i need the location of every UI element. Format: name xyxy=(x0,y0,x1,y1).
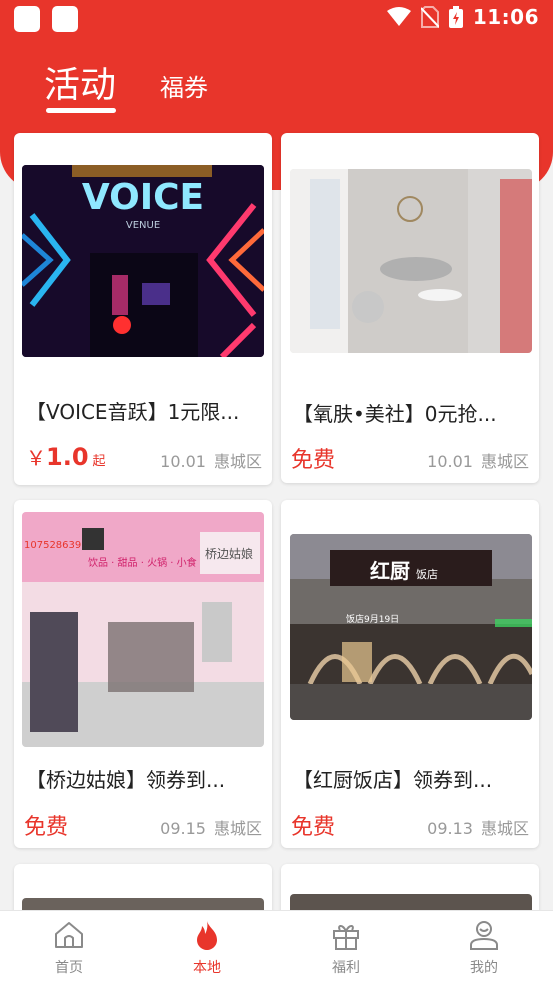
card-image: 红厨 饭店 饭店9月19日 xyxy=(290,534,532,720)
price: ￥1.0 起 xyxy=(26,442,106,471)
card-title: 【VOICE音跃】1元限... xyxy=(26,400,240,424)
status-bar: 11:06 xyxy=(0,0,553,38)
nav-local[interactable]: 本地 xyxy=(167,911,247,984)
notification-icon xyxy=(14,6,40,32)
card-date: 10.01 xyxy=(427,452,473,471)
card-image: 107528639 饮品 · 甜品 · 火锅 · 小食 桥边姑娘 xyxy=(22,512,264,747)
nav-label: 首页 xyxy=(55,960,83,976)
clock: 11:06 xyxy=(472,5,539,29)
flame-icon xyxy=(197,921,217,950)
user-icon xyxy=(470,921,498,950)
activity-card[interactable]: 107528639 饮品 · 甜品 · 火锅 · 小食 桥边姑娘 【桥边姑娘】领… xyxy=(14,500,272,848)
card-district: 惠城区 xyxy=(480,452,529,471)
gift-icon xyxy=(333,925,359,950)
price-currency: ￥ xyxy=(26,446,46,470)
nav-welfare[interactable]: 福利 xyxy=(306,911,386,984)
activity-card[interactable]: 【氧肤•美社】0元抢... 免费 10.01 惠城区 xyxy=(281,133,539,483)
card-date: 10.01 xyxy=(160,452,206,471)
nav-profile[interactable]: 我的 xyxy=(444,911,524,984)
tab-coupons[interactable]: 福券 xyxy=(160,68,208,103)
bottom-nav: 首页 本地 福利 我的 xyxy=(0,910,553,984)
card-image xyxy=(290,169,532,353)
image-sign-text: 红厨 xyxy=(370,559,410,583)
price-label: 免费 xyxy=(291,815,336,840)
card-title: 【氧肤•美社】0元抢... xyxy=(293,402,497,426)
top-tabs: 活动 福券 xyxy=(0,56,553,116)
card-image: VOICE VENUE xyxy=(22,165,264,357)
image-phone-text: 107528639 xyxy=(24,540,81,551)
activity-card[interactable]: 红厨 饭店 饭店9月19日 【红厨饭店】领券到... 免费 09.13 惠城区 xyxy=(281,500,539,848)
notification-icon xyxy=(52,6,78,32)
card-meta: 10.01 惠城区 xyxy=(160,448,262,472)
battery-icon xyxy=(448,6,463,28)
nav-home[interactable]: 首页 xyxy=(29,911,109,984)
image-sign-text: 饮品 · 甜品 · 火锅 · 小食 xyxy=(88,556,197,569)
card-title: 【红厨饭店】领券到... xyxy=(293,768,493,792)
image-sign-subtext: VENUE xyxy=(126,220,160,231)
image-sign-text: VOICE xyxy=(82,177,204,218)
wifi-icon xyxy=(386,7,411,26)
card-meta: 10.01 惠城区 xyxy=(427,448,529,472)
card-district: 惠城区 xyxy=(480,819,529,838)
image-small-text: 饭店9月19日 xyxy=(346,613,399,625)
card-meta: 09.15 惠城区 xyxy=(160,815,262,839)
nav-label: 我的 xyxy=(470,960,498,976)
card-title: 【桥边姑娘】领券到... xyxy=(26,768,226,792)
nav-label: 本地 xyxy=(193,960,221,976)
active-tab-indicator xyxy=(46,108,116,113)
card-district: 惠城区 xyxy=(213,819,262,838)
no-sim-icon xyxy=(420,6,439,28)
card-district: 惠城区 xyxy=(213,452,262,471)
price-amount: 1.0 xyxy=(46,443,89,471)
image-sign-sub: 饭店 xyxy=(416,567,438,581)
activity-card[interactable]: VOICE VENUE 【VOICE音跃】1元限... ￥1.0 起 10.01 惠… xyxy=(14,133,272,485)
home-icon xyxy=(55,922,83,948)
card-date: 09.15 xyxy=(160,819,206,838)
price-suffix: 起 xyxy=(92,454,106,469)
card-meta: 09.13 惠城区 xyxy=(427,815,529,839)
tab-activities[interactable]: 活动 xyxy=(44,56,116,108)
price-label: 免费 xyxy=(291,448,336,473)
price-label: 免费 xyxy=(24,815,69,840)
image-logo-text: 桥边姑娘 xyxy=(205,546,253,561)
card-date: 09.13 xyxy=(427,819,473,838)
nav-label: 福利 xyxy=(332,960,360,976)
